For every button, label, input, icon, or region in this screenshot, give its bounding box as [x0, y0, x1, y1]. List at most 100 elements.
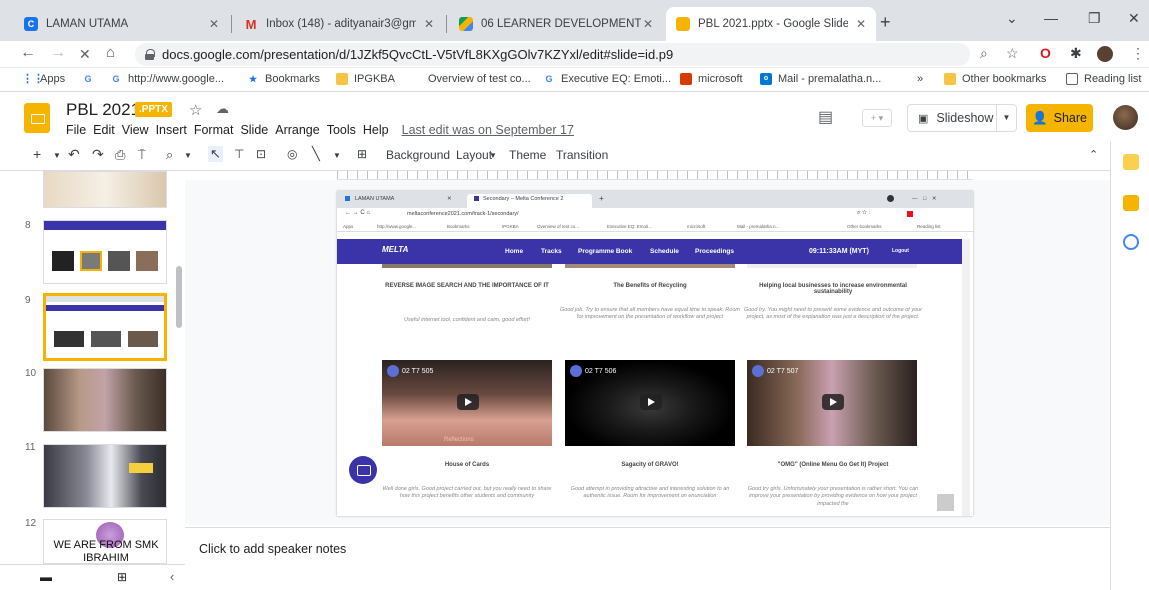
bookmark-other[interactable]: Other bookmarks — [944, 73, 1046, 85]
grid-view-icon[interactable]: ⊞ — [117, 570, 127, 584]
bookmark-mail[interactable]: o Mail - premalatha.n... — [760, 73, 881, 85]
zoom-icon[interactable]: ⌕ — [980, 45, 988, 62]
home-icon[interactable]: ⌂ — [106, 44, 115, 61]
image-icon[interactable]: ⊡ — [256, 147, 266, 161]
zoom-icon[interactable]: ⌕ — [166, 147, 173, 163]
project-title: House of Cards — [444, 462, 490, 468]
star-icon[interactable]: ☆ — [1006, 45, 1019, 62]
browser-tab[interactable]: M Inbox (148) - adityanair3@gmail ✕ — [234, 7, 444, 41]
close-tab-icon[interactable]: ✕ — [643, 17, 653, 31]
browser-tab[interactable]: 06 LEARNER DEVELOPMENT LAB ✕ — [449, 7, 663, 41]
back-arrow-icon[interactable]: ← — [20, 44, 36, 62]
slide-thumbnail[interactable] — [43, 171, 167, 208]
menu-tools[interactable]: Tools — [327, 123, 356, 137]
opera-extension-icon[interactable]: O — [1040, 45, 1051, 61]
chevron-down-icon[interactable]: ▼ — [333, 151, 341, 160]
close-tab-icon[interactable]: ✕ — [856, 17, 866, 31]
collapse-panel-icon[interactable]: ‹ — [170, 569, 174, 584]
line-icon[interactable]: ╲ — [312, 146, 320, 162]
account-avatar[interactable] — [1113, 105, 1138, 130]
close-tab-icon[interactable]: ✕ — [209, 17, 219, 31]
bm: Mail - premalatha.n... — [737, 224, 780, 229]
maximize-button[interactable]: ❐ — [1088, 10, 1101, 27]
play-button-icon — [640, 394, 662, 410]
video-title: 02 T7 507 — [767, 368, 799, 375]
tasks-icon[interactable] — [1123, 195, 1139, 211]
browser-tab-active[interactable]: PBL 2021.pptx - Google Slides ✕ — [666, 7, 876, 41]
bookmark-overview[interactable]: Overview of test co... — [428, 73, 531, 85]
menu-slide[interactable]: Slide — [240, 123, 268, 137]
share-button[interactable]: 👤 Share — [1026, 104, 1093, 132]
list-view-icon[interactable]: ▬ — [40, 570, 52, 584]
menu-file[interactable]: File — [66, 123, 86, 137]
slide-thumbnail[interactable] — [43, 220, 167, 284]
document-title[interactable]: PBL 2021 — [66, 100, 140, 120]
background-button[interactable]: Background — [386, 148, 450, 162]
chevron-down-icon[interactable]: ▼ — [184, 151, 192, 160]
more-menu-icon[interactable]: ⋮ — [1131, 45, 1145, 62]
slideshow-button[interactable]: ▣ Slideshow ▼ — [907, 104, 1017, 132]
bookmark-ipgkba[interactable]: IPGKBA — [336, 73, 395, 85]
shape-icon[interactable]: ◎ — [287, 147, 297, 161]
profile-avatar-icon[interactable] — [1097, 46, 1113, 62]
minimize-button[interactable]: — — [1044, 10, 1058, 26]
last-edit-link[interactable]: Last edit was on September 17 — [402, 123, 574, 137]
extensions-puzzle-icon[interactable]: ✱ — [1070, 45, 1082, 62]
google-icon[interactable]: G — [82, 73, 100, 85]
speaker-notes[interactable]: Click to add speaker notes — [185, 527, 1110, 590]
browser-tab[interactable]: C LAMAN UTAMA ✕ — [14, 7, 229, 41]
menu-help[interactable]: Help — [363, 123, 389, 137]
keep-icon[interactable] — [1123, 154, 1139, 170]
transition-button[interactable]: Transition — [556, 148, 608, 162]
forward-arrow-icon[interactable]: → — [50, 44, 66, 62]
slides-logo-icon[interactable] — [24, 103, 50, 133]
bookmark-executive-eq[interactable]: G Executive EQ: Emoti... — [543, 73, 671, 85]
paint-format-icon[interactable]: ⍑ — [138, 147, 146, 163]
bookmark-bookmarks[interactable]: ★ Bookmarks — [247, 73, 320, 85]
bookmark-apps[interactable]: ⋮⋮ Apps — [22, 73, 65, 85]
tab-search-icon[interactable]: ⌄ — [1006, 10, 1018, 27]
bookmark-google[interactable]: Ghttp://www.google... — [110, 73, 224, 85]
close-tab-icon[interactable]: ✕ — [424, 17, 434, 31]
layout-button[interactable]: Layout — [456, 148, 492, 162]
menu-format[interactable]: Format — [194, 123, 234, 137]
bookmarks-overflow[interactable]: » — [917, 73, 923, 85]
new-tab-button[interactable]: + — [880, 12, 891, 33]
undo-icon[interactable]: ↶ — [68, 146, 80, 163]
meet-icon[interactable]: + ▾ — [862, 109, 892, 127]
text-box-icon[interactable]: ⊤ — [234, 147, 244, 161]
chevron-down-icon[interactable]: ▼ — [53, 151, 61, 160]
cloud-status-icon[interactable]: ☁ — [216, 101, 229, 117]
url-field[interactable]: docs.google.com/presentation/d/1JZkf5Qvc… — [135, 43, 970, 66]
print-icon[interactable]: ⎙ — [115, 147, 125, 163]
bookmark-reading-list[interactable]: Reading list — [1066, 73, 1141, 85]
bookmark-microsoft[interactable]: microsoft — [680, 73, 743, 85]
slide-thumbnail[interactable] — [43, 368, 167, 432]
slide-thumbnail[interactable] — [43, 444, 167, 508]
calendar-icon[interactable] — [1123, 234, 1139, 250]
current-slide[interactable]: LAMAN UTAMA ✕ Secondary – Melta Conferen… — [337, 191, 973, 516]
slide-thumbnail-selected[interactable] — [43, 293, 167, 361]
video-caption: Reflections — [444, 437, 474, 443]
menu-arrange[interactable]: Arrange — [275, 123, 319, 137]
filmstrip-scrollbar[interactable] — [176, 266, 182, 328]
close-window-button[interactable]: ✕ — [1128, 10, 1140, 27]
chevron-down-icon[interactable]: ▼ — [996, 105, 1016, 131]
collapse-chevron-icon[interactable]: ⌃ — [1089, 148, 1098, 161]
select-cursor-icon[interactable]: ↖ — [208, 146, 223, 162]
slide12-text: WE ARE FROM SMK IBRAHIM — [53, 539, 159, 564]
menu-insert[interactable]: Insert — [156, 123, 187, 137]
comment-add-icon[interactable]: ⊞ — [357, 147, 367, 161]
star-icon[interactable]: ☆ — [189, 101, 202, 119]
new-slide-icon[interactable]: + — [33, 146, 41, 162]
menu-view[interactable]: View — [122, 123, 149, 137]
person-icon: 👤 — [1032, 110, 1048, 125]
comments-icon[interactable]: ▤ — [818, 107, 833, 127]
chevron-down-icon[interactable]: ▼ — [489, 151, 497, 160]
stop-icon[interactable]: ✕ — [79, 46, 91, 63]
slide-thumbnail[interactable]: WE ARE FROM SMK IBRAHIM — [43, 519, 167, 564]
menu-edit[interactable]: Edit — [93, 123, 115, 137]
theme-button[interactable]: Theme — [509, 148, 546, 162]
folder-icon — [944, 73, 956, 85]
redo-icon[interactable]: ↷ — [92, 146, 104, 163]
